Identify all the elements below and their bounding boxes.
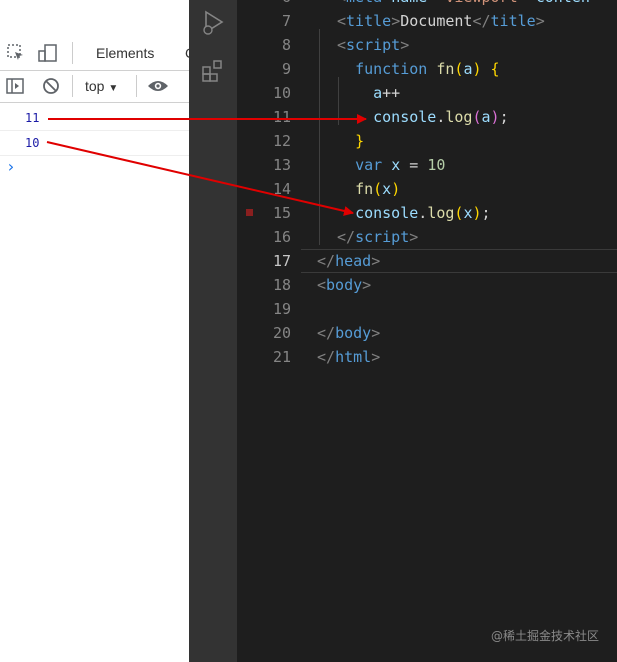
code-line[interactable]: 15 console.log(x);: [237, 201, 617, 225]
line-number: 8: [281, 36, 291, 54]
line-number: 12: [272, 132, 291, 150]
console-toolbar: top ▼: [0, 70, 189, 103]
code-text: }: [355, 132, 365, 150]
line-number: 18: [272, 276, 291, 294]
code-line[interactable]: 12 }: [237, 129, 617, 153]
eye-icon[interactable]: [147, 76, 169, 96]
line-number: 11: [272, 108, 291, 126]
run-debug-icon[interactable]: [201, 10, 225, 36]
code-text: <body>: [317, 276, 372, 294]
line-number: 7: [281, 12, 291, 30]
code-line[interactable]: 21 </html>: [237, 345, 617, 369]
code-text: <title>Document</title>: [337, 12, 545, 30]
code-text: </script>: [337, 228, 419, 246]
line-number: 13: [272, 156, 291, 174]
code-text: fn(x): [355, 180, 401, 198]
line-number: 10: [272, 84, 291, 102]
line-number: 16: [272, 228, 291, 246]
line-number: 9: [281, 60, 291, 78]
tab-elements[interactable]: Elements: [96, 45, 154, 61]
watermark: @稀土掘金技术社区: [490, 629, 599, 643]
code-text: console.log(x);: [355, 204, 491, 222]
line-number: 17: [272, 252, 291, 270]
context-select-value: top: [85, 78, 105, 94]
console-message-text: 11: [25, 111, 40, 125]
code-text: <script>: [337, 36, 410, 54]
devtools-panel: Elements C top ▼ 11 10 ›: [0, 0, 195, 662]
inspect-element-icon[interactable]: [6, 43, 26, 63]
line-number: 14: [272, 180, 291, 198]
code-line[interactable]: 6 <meta name="viewport" conten: [237, 0, 617, 9]
code-line[interactable]: 14 fn(x): [237, 177, 617, 201]
console-prompt[interactable]: ›: [6, 157, 16, 176]
chevron-down-icon: ▼: [108, 83, 119, 94]
code-line[interactable]: 18 <body>: [237, 273, 617, 297]
device-toggle-icon[interactable]: [38, 43, 58, 63]
line-number: 6: [237, 0, 291, 6]
code-line[interactable]: 9 function fn(a) {: [237, 57, 617, 81]
console-message: 10: [0, 131, 189, 156]
line-number: 19: [272, 300, 291, 318]
code-text: function fn(a) {: [355, 60, 500, 78]
line-number: 20: [272, 324, 291, 342]
sidebar-toggle-icon[interactable]: [5, 76, 25, 96]
code-line[interactable]: 11 console.log(a);: [237, 105, 617, 129]
clear-console-icon[interactable]: [41, 76, 61, 96]
code-editor[interactable]: 6 <meta name="viewport" conten 7 <title>Doc…: [237, 0, 617, 662]
code-line[interactable]: 16 </script>: [237, 225, 617, 249]
console-message-text: 10: [25, 136, 40, 150]
code-line[interactable]: 17 </head>: [237, 249, 617, 273]
code-line[interactable]: 7 <title>Document</title>: [237, 9, 617, 33]
devtools-tab-bar: Elements C: [0, 36, 195, 71]
code-line[interactable]: 10 a++: [237, 81, 617, 105]
context-select[interactable]: top ▼: [85, 78, 118, 94]
code-text: </html>: [317, 348, 381, 366]
code-line[interactable]: 20 </body>: [237, 321, 617, 345]
code-text: </body>: [317, 324, 381, 342]
code-text: a++: [373, 84, 401, 102]
line-number: 21: [272, 348, 291, 366]
code-text: console.log(a);: [373, 108, 509, 126]
code-text: <meta name="viewport" conten: [337, 0, 590, 6]
console-message: 11: [0, 106, 189, 131]
code-line[interactable]: 8 <script>: [237, 33, 617, 57]
code-line[interactable]: 19: [237, 297, 617, 321]
code-text: </head>: [317, 252, 381, 270]
code-line[interactable]: 13 var x = 10: [237, 153, 617, 177]
line-number: 15: [272, 204, 291, 222]
extensions-icon[interactable]: [201, 58, 225, 84]
activity-bar: [189, 0, 237, 662]
code-text: var x = 10: [355, 156, 446, 174]
